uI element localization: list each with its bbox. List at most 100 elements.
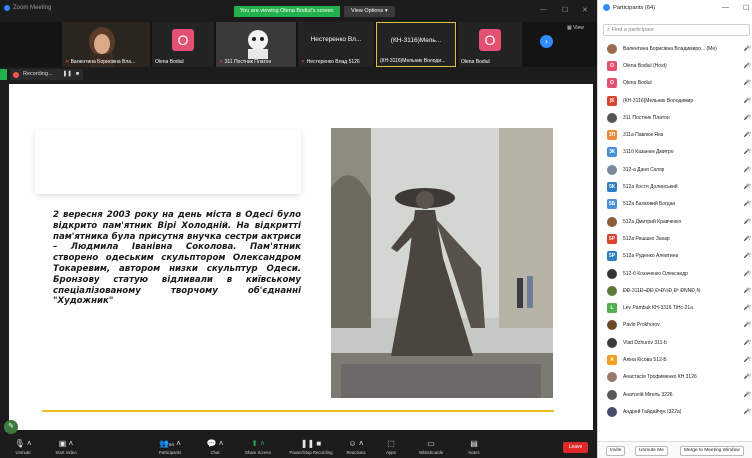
participant-row[interactable]: Анатолій Мігель 3226 🎤̸ — [598, 386, 752, 403]
view-options-button[interactable]: View Options ▾ — [344, 6, 395, 17]
participant-row[interactable]: O Olena Bodiul (Host) 🎤̸ — [598, 57, 752, 74]
slide-header-card — [35, 130, 301, 194]
apps-label: Apps — [386, 450, 396, 455]
view-options-label: View Options — [351, 8, 384, 14]
chat-icon: 💬 ˄ — [206, 439, 224, 448]
participant-avatar — [607, 216, 617, 227]
participant-row[interactable]: (К (КН-3116)Мельник Володимир 🎤̸ — [598, 92, 752, 109]
whiteboards-label: Whiteboards — [418, 450, 444, 455]
chat-button[interactable]: 💬 ˄ Chat — [200, 439, 230, 455]
next-page-icon[interactable]: › — [540, 35, 553, 48]
merge-window-button[interactable]: Merge to Meeting Window — [680, 446, 744, 456]
participant-name: Pavlo Prokhorov — [623, 322, 660, 329]
participant-row[interactable]: 512а Дмитрий Кравченко 🎤̸ — [598, 213, 752, 230]
participant-avatar — [607, 320, 617, 331]
title-bar: Zoom Meeting You are viewing Olena Bodiu… — [0, 0, 597, 22]
apps-button[interactable]: ⬚ Apps — [378, 439, 404, 455]
participant-avatar: 5Р — [607, 251, 617, 262]
participant-avatar — [607, 268, 617, 279]
muted-mic-icon: 🎤̸ — [743, 132, 750, 139]
annotate-icon[interactable]: ✎ — [4, 420, 18, 434]
participant-name: 312-а Даня Скляр — [623, 166, 665, 173]
participant-row[interactable]: 5Р 512а Решшко Захар 🎤̸ — [598, 230, 752, 247]
muted-mic-icon: ✕ — [219, 59, 224, 65]
panel-title: Participants (64) — [603, 4, 655, 11]
participant-avatar — [607, 389, 617, 400]
pause-recording-button[interactable]: ❚❚ ■ Pause/Stop Recording — [284, 439, 338, 455]
minimize-icon[interactable]: — — [722, 4, 729, 11]
start-video-button[interactable]: ▣ ˄ Start Video — [48, 439, 84, 455]
video-tile[interactable]: ✕ Валентина Борисівна Вла... — [62, 22, 150, 67]
close-icon[interactable]: ✕ — [582, 6, 588, 14]
muted-mic-icon: 🎤̸ — [743, 45, 750, 52]
pause-recording-icon[interactable]: ❚❚ — [63, 69, 72, 80]
invite-button[interactable]: Invite — [606, 446, 626, 456]
notes-button[interactable]: ▤ Notes — [460, 439, 488, 455]
participant-name: Lev Pambuk КН-3316 TiHc-21a — [623, 305, 693, 312]
video-tile-title: Нестеренко Вл... — [310, 36, 362, 43]
participant-row[interactable]: ÐÐ-311Ð¬ÐÐ¸Ð¹Ð½Ð¸Ðº ÐÑÑÐ¸Ñ 🎤̸ — [598, 282, 752, 299]
minimize-icon[interactable]: — — [540, 6, 547, 13]
participant-name: 311б Казанюк Дмитро — [623, 149, 674, 156]
participant-search-input[interactable]: ⌕ Find a participant — [603, 24, 750, 36]
video-tile[interactable]: Нестеренко Вл... ✕ Нестеренко Влад 5126 — [298, 22, 374, 67]
stop-recording-icon[interactable]: ■ — [76, 69, 79, 80]
participant-row[interactable]: Андрей Гайдайчук (322а) 🎤̸ — [598, 403, 752, 420]
unmute-me-button[interactable]: Unmute Me — [635, 446, 668, 456]
shared-screen-slide: 2 вересня 2003 року на день міста в Одес… — [9, 84, 593, 430]
participant-row[interactable]: O Olena Bodiul 🎤̸ — [598, 75, 752, 92]
participant-avatar — [607, 285, 617, 296]
record-dot-icon — [13, 71, 19, 78]
app-root: Zoom Meeting You are viewing Olena Bodiu… — [0, 0, 752, 458]
participant-name: Анастасія Трофименко КН 3126 — [623, 374, 697, 381]
participant-list: Валентина Борисівна Владимиро... (Me) 🎤̸ O… — [598, 40, 752, 421]
maximize-icon[interactable]: ☐ — [743, 4, 749, 12]
participant-row[interactable]: 312-а Даня Скляр 🎤̸ — [598, 161, 752, 178]
participant-row[interactable]: L Lev Pambuk КН-3316 TiHc-21a 🎤̸ — [598, 299, 752, 316]
participant-avatar — [607, 372, 617, 383]
participant-row[interactable]: Валентина Борисівна Владимиро... (Me) 🎤̸ — [598, 40, 752, 57]
participant-row[interactable]: 3К 311б Казанюк Дмитро 🎤̸ — [598, 144, 752, 161]
share-screen-button[interactable]: ⬆ ˄ Share Screen — [236, 439, 280, 455]
video-tile-name: Olena Bodiul — [155, 59, 184, 65]
muted-mic-icon: 🎤̸ — [743, 62, 750, 69]
participant-row[interactable]: Vlad Dzhurov 311-b 🎤̸ — [598, 334, 752, 351]
participant-row[interactable]: Pavlo Prokhorov 🎤̸ — [598, 317, 752, 334]
participant-name: 512-б Козаченко Олександр — [623, 270, 688, 277]
participant-name: ÐÐ-311Ð¬ÐÐ¸Ð¹Ð½Ð¸Ðº ÐÑÑÐ¸Ñ — [623, 287, 701, 294]
panel-footer: Invite Unmute Me Merge to Meeting Window — [598, 441, 752, 458]
participant-avatar — [607, 406, 617, 417]
participant-row[interactable]: А Аліна Кісова 512-Б 🎤̸ — [598, 351, 752, 368]
video-tile[interactable]: ✕ 311 Постник Платон — [216, 22, 296, 67]
participant-row[interactable]: 512-б Козаченко Олександр 🎤̸ — [598, 265, 752, 282]
participant-row[interactable]: 5Р 512а Руденко Алевтина 🎤̸ — [598, 248, 752, 265]
maximize-icon[interactable]: ☐ — [562, 6, 568, 14]
leave-button[interactable]: Leave — [563, 442, 588, 453]
view-button[interactable]: ▦ View — [567, 25, 584, 31]
participant-avatar: 3К — [607, 147, 617, 158]
reactions-button[interactable]: ☺ ˄ Reactions — [340, 439, 372, 455]
muted-mic-icon: 🎤̸ — [743, 305, 750, 312]
video-tile-name: ✕ Нестеренко Влад 5126 — [301, 59, 360, 65]
muted-mic-icon: 🎤̸ — [743, 97, 750, 104]
participants-button[interactable]: 👥64 ˄ Participants — [150, 439, 190, 455]
video-tile-active[interactable]: (КН-3116)Мель... (КН-3116)Мельник Володи… — [376, 22, 456, 67]
window-title: Zoom Meeting — [4, 5, 51, 11]
participant-avatar: 5Р — [607, 233, 617, 244]
participant-row[interactable]: 5К 512а Костя Долинський 🎤̸ — [598, 178, 752, 195]
participant-row[interactable]: 5Б 512а Балковий Богдан 🎤̸ — [598, 196, 752, 213]
participant-avatar — [607, 337, 617, 348]
unmute-button[interactable]: 🎙 ˄ Unmute — [6, 439, 40, 455]
muted-mic-icon: 🎤̸ — [743, 322, 750, 329]
participant-row[interactable]: 311 Постник Платон 🎤̸ — [598, 109, 752, 126]
participant-row[interactable]: Анастасія Трофименко КН 3126 🎤̸ — [598, 369, 752, 386]
whiteboards-button[interactable]: ▭ Whiteboards — [410, 439, 452, 455]
chat-label: Chat — [210, 450, 220, 455]
video-tile[interactable]: O Olena Bodiul — [458, 22, 522, 67]
unmute-label: Unmute — [15, 450, 31, 455]
participant-name: 311 Постник Платон — [623, 114, 670, 121]
participant-row[interactable]: 3П 311а Павлюк Яна 🎤̸ — [598, 126, 752, 143]
video-tile[interactable]: O Olena Bodiul — [152, 22, 214, 67]
recording-indicator[interactable]: Recording... ❚❚ ■ — [10, 69, 84, 80]
reactions-icon: ☺ ˄ — [348, 439, 364, 448]
